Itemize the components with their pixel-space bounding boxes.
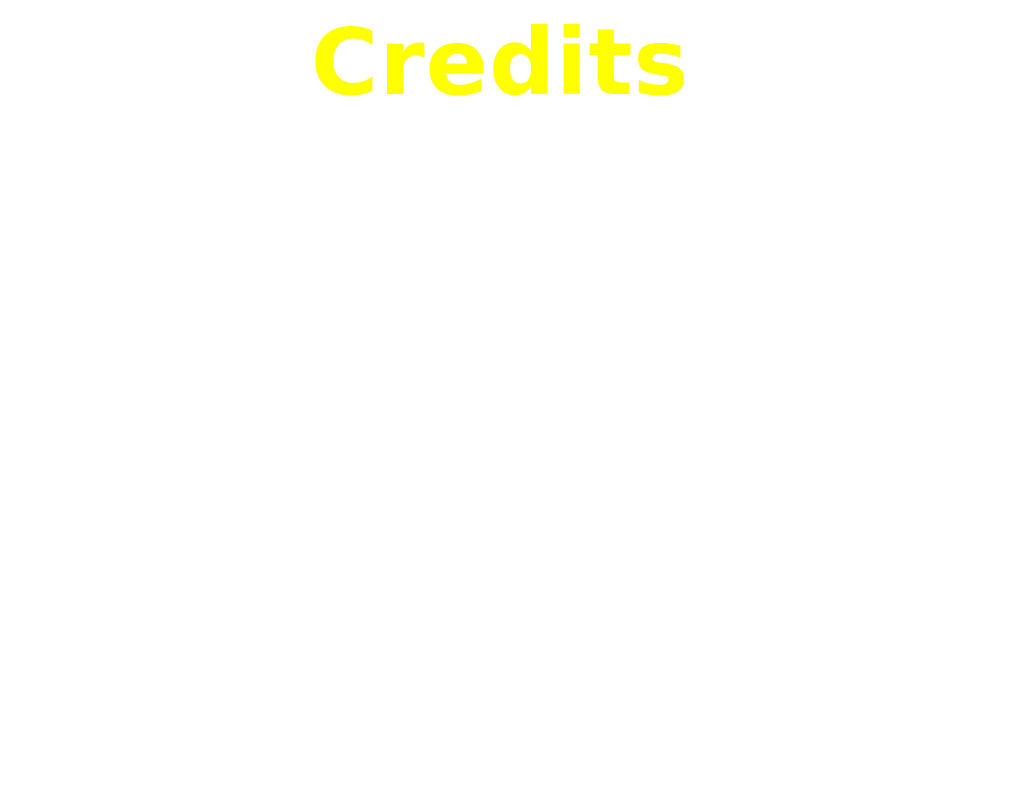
credits-screen: Credits	[0, 0, 1022, 787]
page-title: Credits	[310, 9, 690, 116]
